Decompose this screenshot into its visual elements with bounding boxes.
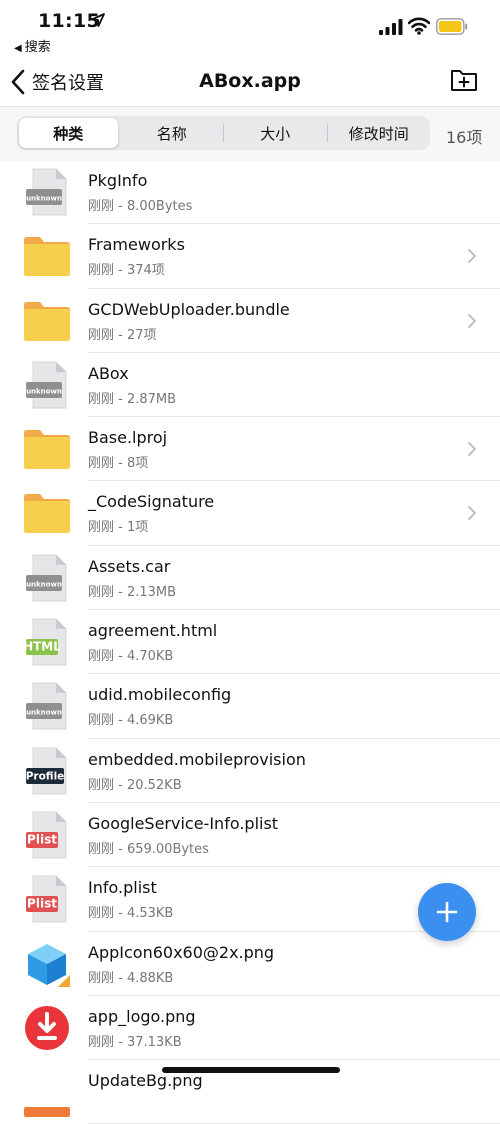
file-meta: 刚刚 - 374项 — [88, 263, 165, 279]
plus-icon — [436, 901, 458, 923]
back-triangle-icon: ◀ — [14, 43, 22, 54]
folder-row[interactable]: Frameworks 刚刚 - 374项 — [0, 224, 500, 289]
cellular-signal-icon — [379, 19, 403, 35]
segment-divider — [326, 124, 328, 142]
unknown-file-icon: unknown — [22, 167, 72, 217]
file-row[interactable]: Plist GoogleService-Info.plist 刚刚 - 659.00… — [0, 803, 500, 868]
chevron-right-icon — [468, 442, 476, 457]
file-name: embedded.mobileprovision — [88, 749, 306, 769]
file-meta: 刚刚 - 8.00Bytes — [88, 199, 193, 214]
add-button[interactable] — [418, 883, 476, 941]
file-meta: 刚刚 - 4.53KB — [88, 906, 174, 922]
cube-image-icon — [22, 939, 72, 989]
sort-by-size[interactable]: 大小 — [226, 118, 325, 148]
folder-icon — [22, 296, 72, 346]
file-meta: 刚刚 - 4.70KB — [88, 649, 174, 665]
unknown-file-icon: unknown — [22, 681, 72, 731]
status-bar: 11:15 ◀ 搜索 — [0, 0, 500, 56]
chevron-right-icon — [468, 313, 476, 328]
svg-text:Profile: Profile — [26, 770, 65, 782]
svg-text:unknown: unknown — [26, 709, 62, 717]
file-row[interactable]: AppIcon60x60@2x.png 刚刚 - 4.88KB — [0, 932, 500, 996]
svg-text:Plist: Plist — [27, 897, 57, 911]
wifi-icon — [408, 17, 430, 35]
file-meta: 刚刚 - 2.87MB — [88, 391, 177, 407]
file-name: udid.mobileconfig — [88, 685, 232, 705]
folder-row[interactable]: _CodeSignature 刚刚 - 1项 — [0, 481, 500, 546]
unknown-file-icon: unknown — [22, 360, 72, 410]
file-name: AppIcon60x60@2x.png — [88, 942, 275, 962]
file-meta: 刚刚 - 37.13KB — [88, 1034, 182, 1050]
file-row[interactable]: Profile embedded.mobileprovision 刚刚 - 20.5… — [0, 739, 500, 803]
file-row[interactable]: unknown udid.mobileconfig 刚刚 - 4.69KB — [0, 674, 500, 739]
file-row[interactable]: HTML agreement.html 刚刚 - 4.70KB — [0, 610, 500, 675]
plist-file-icon: Plist — [22, 874, 72, 924]
svg-text:Plist: Plist — [27, 832, 57, 846]
page-title: ABox.app — [199, 70, 301, 92]
file-name: app_logo.png — [88, 1006, 196, 1026]
sort-segmented-control: 种类 名称 大小 修改时间 — [17, 116, 430, 150]
back-to-app-link[interactable]: ◀ 搜索 — [14, 36, 51, 55]
unknown-file-icon: unknown — [22, 553, 72, 603]
location-arrow-icon — [91, 13, 105, 27]
sort-by-name[interactable]: 名称 — [123, 118, 222, 148]
file-meta: 刚刚 - 4.88KB — [88, 970, 174, 986]
folder-row[interactable]: GCDWebUploader.bundle 刚刚 - 27项 — [0, 289, 500, 353]
file-meta: 刚刚 - 1项 — [88, 520, 149, 536]
svg-text:HTML: HTML — [23, 640, 61, 654]
folder-plus-icon[interactable] — [450, 66, 478, 94]
sort-by-type[interactable]: 种类 — [19, 118, 118, 148]
home-indicator — [162, 1067, 340, 1073]
chevron-right-icon — [468, 249, 476, 264]
download-logo-icon — [22, 1003, 72, 1053]
folder-icon — [22, 488, 72, 538]
file-row[interactable]: unknown ABox 刚刚 - 2.87MB — [0, 353, 500, 418]
file-name: agreement.html — [88, 621, 218, 641]
file-meta: 刚刚 - 659.00Bytes — [88, 841, 209, 857]
file-row[interactable]: app_logo.png 刚刚 - 37.13KB — [0, 996, 500, 1061]
file-name: UpdateBg.png — [88, 1071, 203, 1091]
profile-file-icon: Profile — [22, 746, 72, 796]
file-meta: 刚刚 - 8项 — [88, 456, 149, 472]
file-meta: 刚刚 - 4.69KB — [88, 713, 174, 729]
file-list: unknown PkgInfo 刚刚 - 8.00Bytes Frameworks 刚刚… — [0, 160, 500, 1124]
item-count: 16项 — [446, 128, 483, 147]
file-name: Info.plist — [88, 878, 157, 898]
file-meta: 刚刚 - 27项 — [88, 327, 157, 343]
sort-bar: 种类 名称 大小 修改时间 16项 — [0, 106, 500, 161]
nav-bar: 签名设置 ABox.app — [0, 56, 500, 106]
svg-text:unknown: unknown — [26, 195, 62, 203]
html-file-icon: HTML — [22, 617, 72, 667]
folder-icon — [22, 231, 72, 281]
file-meta: 刚刚 - 20.52KB — [88, 777, 182, 793]
file-name: ABox — [88, 363, 129, 383]
file-name: Base.lproj — [88, 428, 168, 448]
chevron-right-icon — [468, 506, 476, 521]
file-name: GCDWebUploader.bundle — [88, 299, 290, 319]
plist-file-icon: Plist — [22, 810, 72, 860]
battery-icon — [436, 18, 468, 35]
file-name: PkgInfo — [88, 171, 148, 190]
segment-divider — [223, 124, 224, 142]
folder-icon — [22, 424, 72, 474]
file-name: Frameworks — [88, 235, 185, 255]
file-row[interactable]: unknown PkgInfo 刚刚 - 8.00Bytes — [0, 160, 500, 225]
back-app-label: 搜索 — [24, 40, 51, 55]
image-file-icon — [22, 1067, 72, 1118]
file-name: Assets.car — [88, 556, 171, 576]
svg-text:unknown: unknown — [26, 580, 62, 588]
file-name: _CodeSignature — [88, 492, 215, 512]
file-meta: 刚刚 - 2.13MB — [88, 584, 177, 600]
svg-text:unknown: unknown — [26, 387, 62, 395]
folder-row[interactable]: Base.lproj 刚刚 - 8项 — [0, 417, 500, 482]
file-name: GoogleService-Info.plist — [88, 813, 279, 833]
file-row[interactable]: unknown Assets.car 刚刚 - 2.13MB — [0, 546, 500, 611]
sort-by-modified[interactable]: 修改时间 — [330, 118, 429, 148]
